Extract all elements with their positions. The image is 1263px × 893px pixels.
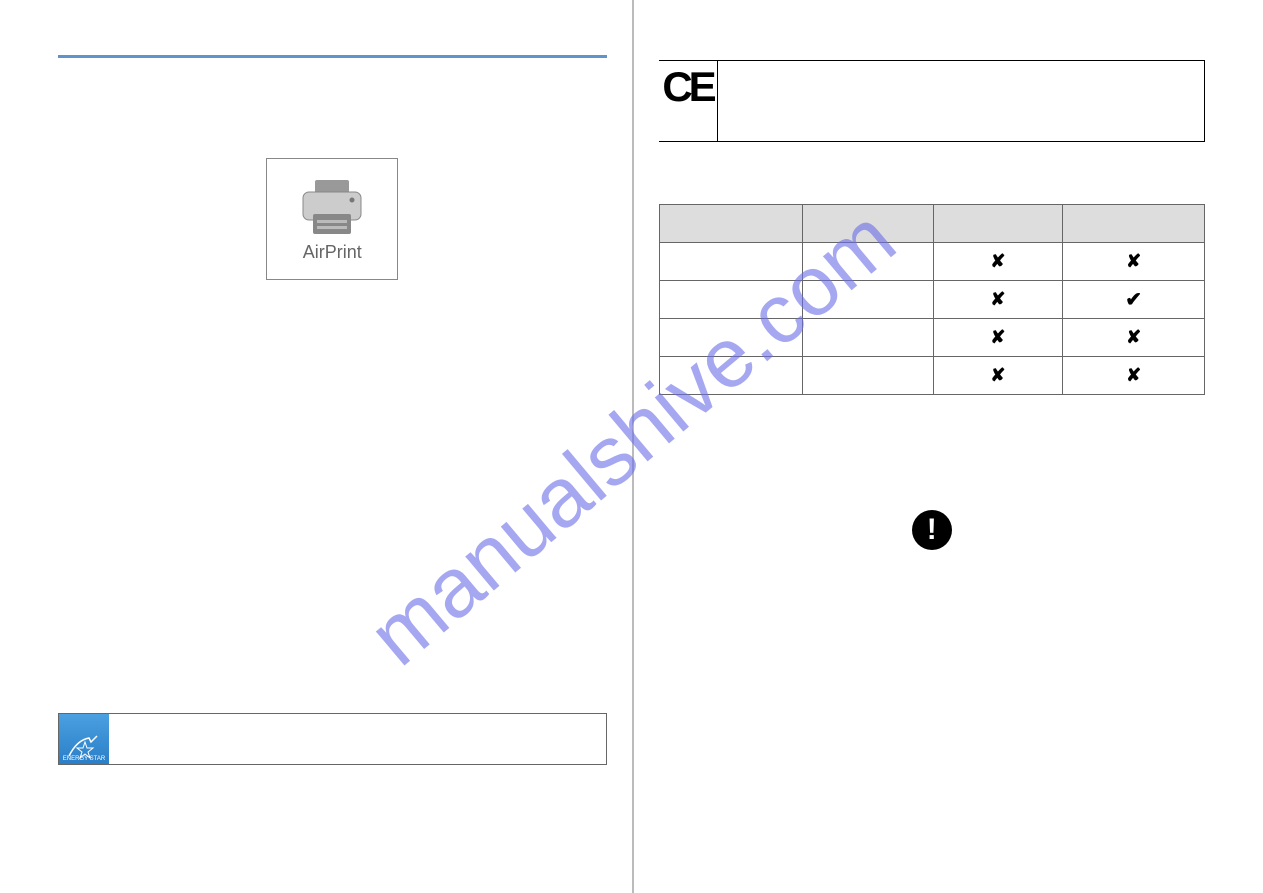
- compatibility-table: ✘ ✘ ✘ ✔ ✘ ✘ ✘ ✘: [659, 204, 1206, 395]
- x-icon: ✘: [990, 365, 1005, 385]
- table-cell: ✘: [933, 357, 1063, 395]
- table-row: ✘ ✔: [659, 281, 1205, 319]
- table-cell: ✘: [933, 281, 1063, 319]
- x-icon: ✘: [990, 251, 1005, 271]
- table-cell: [802, 243, 933, 281]
- right-column: CE ✘ ✘ ✘ ✔: [632, 0, 1263, 893]
- table-cell: [659, 243, 802, 281]
- table-header: [933, 205, 1063, 243]
- x-icon: ✘: [1126, 365, 1141, 385]
- heading-divider: [58, 55, 607, 58]
- warning-icon: !: [912, 510, 952, 550]
- table-header: [1063, 205, 1205, 243]
- x-icon: ✘: [990, 289, 1005, 309]
- table-header: [802, 205, 933, 243]
- table-cell: ✘: [933, 243, 1063, 281]
- table-row: ✘ ✘: [659, 357, 1205, 395]
- table-row: ✘ ✘: [659, 243, 1205, 281]
- exclamation-mark: !: [927, 513, 937, 547]
- table-row: ✘ ✘: [659, 319, 1205, 357]
- left-column: AirPrint ENERGY STAR: [0, 0, 632, 893]
- table-cell: ✘: [1063, 357, 1205, 395]
- table-cell: [802, 357, 933, 395]
- energy-star-box: ENERGY STAR: [58, 713, 607, 765]
- x-icon: ✘: [990, 327, 1005, 347]
- table-cell: ✘: [1063, 243, 1205, 281]
- table-cell: [802, 281, 933, 319]
- table-cell: ✔: [1063, 281, 1205, 319]
- table-cell: [659, 357, 802, 395]
- check-icon: ✔: [1125, 289, 1142, 311]
- x-icon: ✘: [1126, 251, 1141, 271]
- ce-mark-box: CE: [659, 60, 1206, 142]
- x-icon: ✘: [1126, 327, 1141, 347]
- table-cell: ✘: [1063, 319, 1205, 357]
- ce-description-cell: [718, 61, 1205, 141]
- table-header: [659, 205, 802, 243]
- table-header-row: [659, 205, 1205, 243]
- ce-mark-cell: CE: [659, 61, 718, 141]
- table-cell: [802, 319, 933, 357]
- energy-star-description-cell: [109, 714, 606, 764]
- table-cell: [659, 281, 802, 319]
- table-cell: [659, 319, 802, 357]
- airprint-logo-box: AirPrint: [266, 158, 398, 280]
- energy-star-badge: ENERGY STAR: [59, 714, 109, 764]
- airprint-label: AirPrint: [303, 242, 362, 263]
- ce-mark-icon: CE: [662, 63, 712, 111]
- page-container: AirPrint ENERGY STAR CE: [0, 0, 1263, 893]
- printer-icon: [297, 178, 367, 238]
- table-cell: ✘: [933, 319, 1063, 357]
